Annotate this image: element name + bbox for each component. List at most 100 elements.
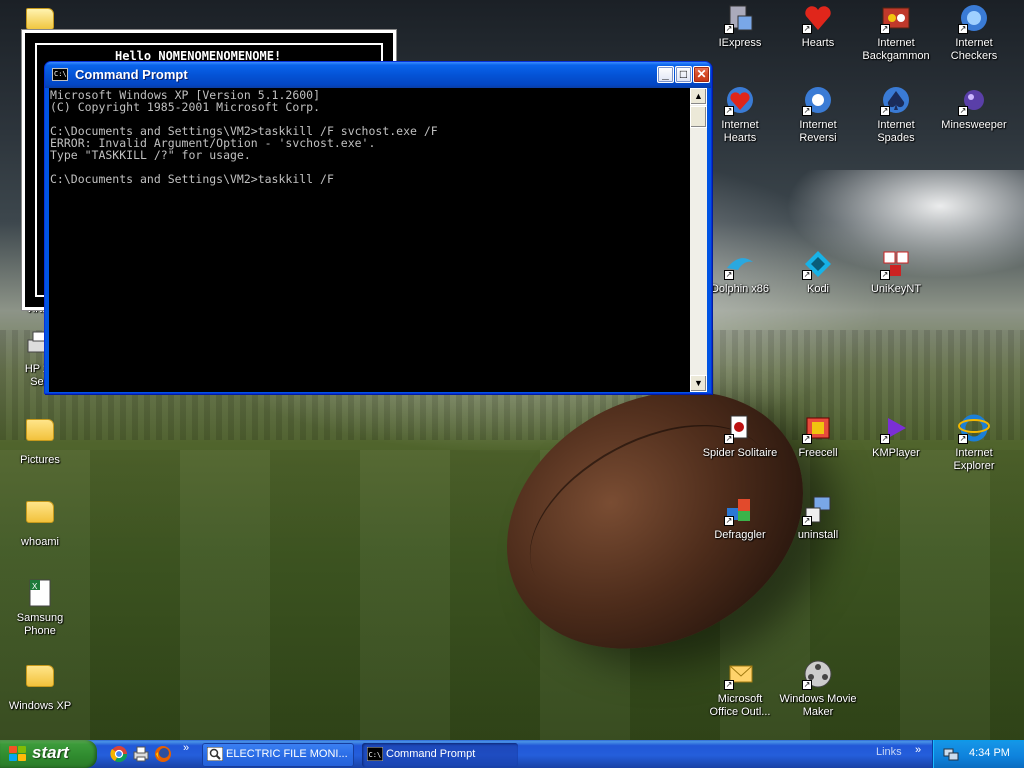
- desktop-icon-spider-solitaire[interactable]: ↗ Spider Solitaire: [700, 412, 780, 460]
- window-title: Command Prompt: [75, 67, 188, 82]
- desktop-icon-label: Internet Backgammon: [862, 37, 930, 62]
- hearts-icon: ↗: [802, 2, 834, 34]
- console-line: (C) Copyright 1985-2001 Microsoft Corp.: [50, 100, 321, 114]
- desktop-icon-folder[interactable]: Windows XP: [0, 659, 80, 713]
- desktop-icon-movie-maker[interactable]: ↗ Windows Movie Maker: [778, 658, 858, 719]
- svg-text:X: X: [32, 582, 38, 591]
- shortcut-arrow-icon: ↗: [802, 24, 812, 34]
- clock[interactable]: 4:34 PM: [969, 747, 1010, 759]
- desktop-icon-label: whoami: [21, 536, 59, 548]
- desktop-icon-freecell[interactable]: ↗ Freecell: [778, 412, 858, 460]
- desktop-icon-label: Internet Reversi: [799, 119, 837, 144]
- shortcut-arrow-icon: ↗: [724, 106, 734, 116]
- desktop-icon-unikey[interactable]: ↗ UniKeyNT: [856, 248, 936, 296]
- desktop-icon-label: Hearts: [801, 37, 835, 49]
- console-output[interactable]: Microsoft Windows XP [Version 5.1.2600](…: [50, 89, 690, 389]
- kmplayer-icon: ↗: [880, 412, 912, 444]
- desktop-icon-label: uninstall: [797, 529, 839, 541]
- desktop: My DMyReVI VirtuaHP 25 SeriPictureswhoam…: [0, 0, 1024, 740]
- checkers-icon: ↗: [958, 2, 990, 34]
- desktop-icon-label: Internet Spades: [877, 119, 915, 144]
- desktop-icon-label: KMPlayer: [872, 447, 920, 459]
- cmd-icon[interactable]: C:\: [52, 68, 68, 81]
- taskbar: start » ELECTRIC FILE MONI... C:\ Comman…: [0, 740, 1024, 768]
- minimize-button[interactable]: _: [657, 66, 674, 83]
- desktop-icon-internet-explorer[interactable]: ↗ Internet Explorer: [934, 412, 1014, 473]
- folder-icon: [24, 419, 56, 451]
- desktop-icon-kodi[interactable]: ↗ Kodi: [778, 248, 858, 296]
- console-line: Type "TASKKILL /?" for usage.: [50, 148, 251, 162]
- desktop-icon-iexpress[interactable]: ↗ IExpress: [700, 2, 780, 50]
- desktop-icon-label: Samsung Phone: [16, 612, 64, 637]
- scroll-thumb[interactable]: [690, 106, 707, 128]
- spreadsheet-icon: X: [24, 577, 56, 609]
- shortcut-arrow-icon: ↗: [880, 106, 890, 116]
- desktop-icon-minesweeper[interactable]: ↗ Minesweeper: [934, 84, 1014, 132]
- desktop-icon-label: Internet Explorer: [953, 447, 995, 472]
- magnifier-icon: [206, 746, 224, 762]
- system-tray: 4:34 PM: [932, 740, 1024, 768]
- freecell-icon: ↗: [802, 412, 834, 444]
- quick-launch-chevron-icon[interactable]: »: [183, 742, 189, 754]
- desktop-icon-uninstall[interactable]: ↗ uninstall: [778, 494, 858, 542]
- minesweeper-icon: ↗: [958, 84, 990, 116]
- shortcut-arrow-icon: ↗: [958, 24, 968, 34]
- command-prompt-window[interactable]: C:\ Command Prompt _ □ ✕ Microsoft Windo…: [44, 61, 712, 394]
- shortcut-arrow-icon: ↗: [958, 106, 968, 116]
- title-bar[interactable]: C:\ Command Prompt _ □ ✕: [45, 62, 711, 88]
- taskbar-item-label: Command Prompt: [386, 748, 476, 760]
- maximize-button[interactable]: □: [675, 66, 692, 83]
- shortcut-arrow-icon: ↗: [802, 106, 812, 116]
- shortcut-arrow-icon: ↗: [802, 270, 812, 280]
- spider-solitaire-icon: ↗: [724, 412, 756, 444]
- network-icon[interactable]: [943, 746, 959, 762]
- desktop-icon-label: Kodi: [806, 283, 830, 295]
- svg-text:C:\: C:\: [369, 751, 382, 759]
- desktop-icon-defraggler[interactable]: ↗ Defraggler: [700, 494, 780, 542]
- movie-maker-icon: ↗: [802, 658, 834, 690]
- desktop-icon-hearts[interactable]: ↗ Hearts: [778, 2, 858, 50]
- taskbar-item-command-prompt[interactable]: C:\ Command Prompt: [362, 743, 518, 767]
- shortcut-arrow-icon: ↗: [724, 24, 734, 34]
- shortcut-arrow-icon: ↗: [880, 24, 890, 34]
- desktop-icon-spreadsheet[interactable]: X Samsung Phone: [0, 577, 80, 638]
- desktop-icon-folder[interactable]: Pictures: [0, 413, 80, 467]
- scroll-down-button[interactable]: ▼: [690, 375, 707, 392]
- desktop-icon-outlook[interactable]: ↗ Microsoft Office Outl...: [700, 658, 780, 719]
- shortcut-arrow-icon: ↗: [958, 434, 968, 444]
- printer-icon[interactable]: [132, 745, 150, 763]
- desktop-icon-checkers[interactable]: ↗ Internet Checkers: [934, 2, 1014, 63]
- start-button[interactable]: start: [0, 740, 97, 768]
- scroll-up-button[interactable]: ▲: [690, 88, 707, 105]
- links-chevron-icon[interactable]: »: [915, 744, 921, 756]
- desktop-icon-backgammon[interactable]: ↗ Internet Backgammon: [856, 2, 936, 63]
- desktop-icon-kmplayer[interactable]: ↗ KMPlayer: [856, 412, 936, 460]
- desktop-icon-folder[interactable]: whoami: [0, 495, 80, 549]
- vertical-scrollbar[interactable]: ▲ ▼: [690, 88, 707, 392]
- reversi-icon: ↗: [802, 84, 834, 116]
- desktop-icon-spades[interactable]: ↗ Internet Spades: [856, 84, 936, 145]
- desktop-icon-label: Defraggler: [714, 529, 766, 541]
- desktop-icon-dolphin[interactable]: ↗ Dolphin x86: [700, 248, 780, 296]
- iexpress-icon: ↗: [724, 2, 756, 34]
- shortcut-arrow-icon: ↗: [802, 680, 812, 690]
- desktop-icon-label: Internet Checkers: [950, 37, 998, 62]
- chrome-icon[interactable]: [110, 745, 128, 763]
- desktop-icon-reversi[interactable]: ↗ Internet Reversi: [778, 84, 858, 145]
- firefox-icon[interactable]: [154, 745, 172, 763]
- desktop-icon-internet-hearts[interactable]: ↗ Internet Hearts: [700, 84, 780, 145]
- internet-hearts-icon: ↗: [724, 84, 756, 116]
- cmd-icon: C:\: [366, 746, 384, 762]
- taskbar-item-electric-file-monitor[interactable]: ELECTRIC FILE MONI...: [202, 743, 354, 767]
- links-toolbar[interactable]: Links: [876, 746, 902, 758]
- folder-icon: [24, 501, 56, 533]
- console-line: C:\Documents and Settings\VM2>taskkill /…: [50, 172, 334, 186]
- desktop-icon-label: Windows Movie Maker: [779, 693, 857, 718]
- defraggler-icon: ↗: [724, 494, 756, 526]
- desktop-icon-label: Microsoft Office Outl...: [709, 693, 771, 718]
- start-label: start: [32, 743, 69, 762]
- shortcut-arrow-icon: ↗: [880, 434, 890, 444]
- close-button[interactable]: ✕: [693, 66, 710, 83]
- console-area[interactable]: Microsoft Windows XP [Version 5.1.2600](…: [49, 88, 707, 392]
- shortcut-arrow-icon: ↗: [724, 680, 734, 690]
